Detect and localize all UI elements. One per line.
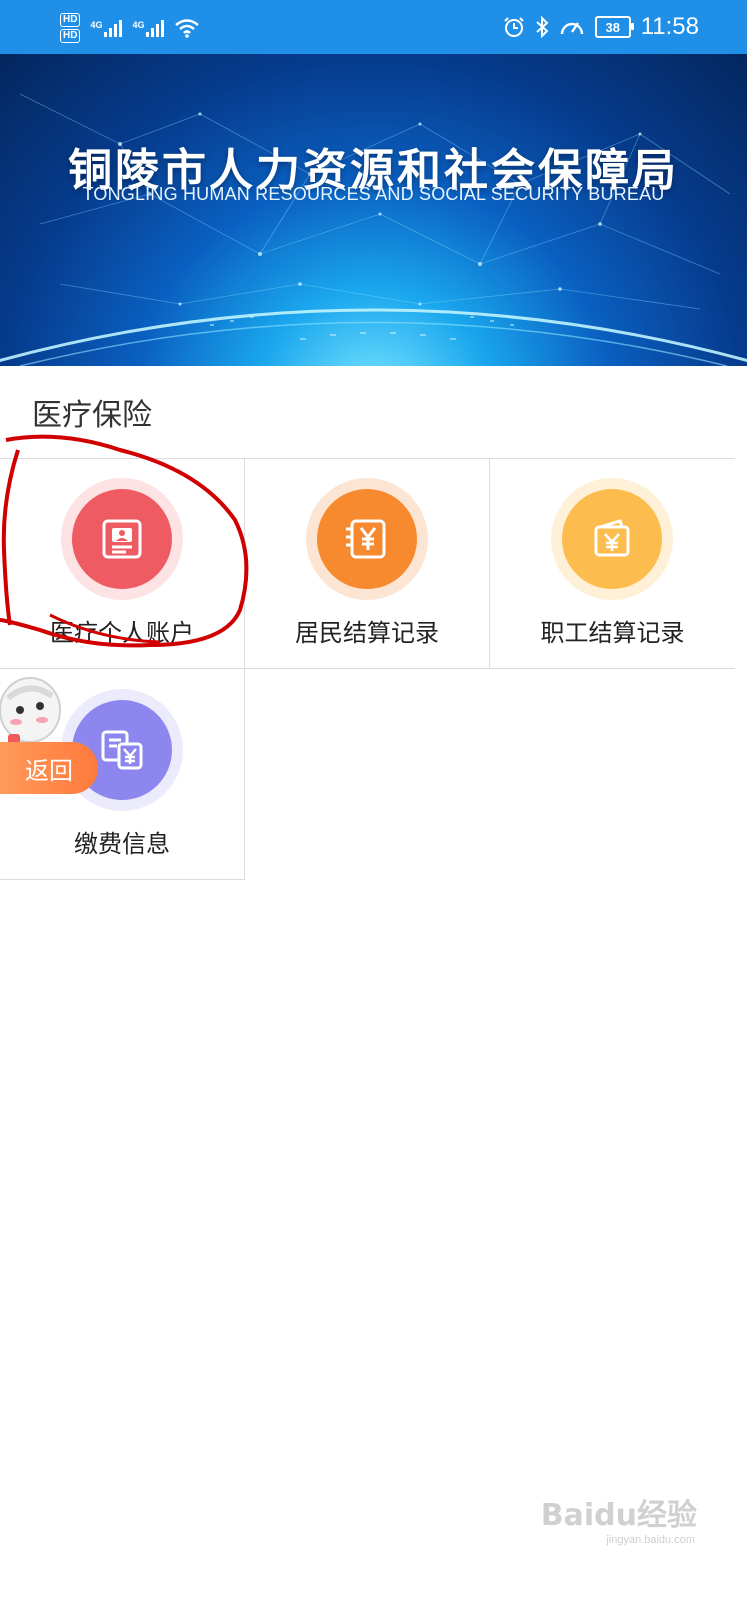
back-button[interactable]: 返回 (0, 742, 98, 794)
speedometer-icon (560, 22, 583, 35)
alarm-icon (504, 17, 524, 37)
icon-halo (551, 478, 673, 600)
menu-item-resident-settlement[interactable]: 居民结算记录 (245, 458, 490, 669)
network-type: 4G (90, 19, 103, 30)
signal-icon: 4G (90, 19, 123, 37)
menu-item-label: 职工结算记录 (540, 619, 685, 647)
yen-receipt-icon (317, 489, 417, 589)
status-bar-right: 38 11:58 (503, 0, 699, 54)
menu-item-label: 居民结算记录 (295, 619, 439, 647)
menu-item-label: 缴费信息 (74, 830, 170, 858)
status-bar: HD HD 4G 4G 38 11:58 (0, 0, 747, 54)
icon-halo (306, 478, 428, 600)
section-title: 医疗保险 (32, 398, 152, 433)
hd-badge: HD (60, 13, 81, 27)
bluetooth-icon (536, 16, 549, 38)
network-type: 4G (132, 19, 145, 30)
signal-icon: 4G (132, 19, 165, 37)
wifi-icon (175, 19, 200, 38)
status-bar-left: HD HD 4G 4G (60, 8, 200, 48)
globe-network-graphic (0, 93, 747, 366)
id-card-icon (72, 489, 172, 589)
menu-item-label: 医疗个人账户 (50, 619, 194, 647)
hd-badge: HD (60, 29, 81, 43)
clock: 11:58 (640, 13, 699, 40)
wallet-yen-icon (562, 489, 662, 589)
watermark-url: jingyan.baidu.com (606, 1534, 695, 1546)
icon-halo (61, 478, 183, 600)
bureau-subtitle: TONGLING HUMAN RESOURCES AND SOCIAL SECU… (82, 184, 665, 204)
menu-item-employee-settlement[interactable]: 职工结算记录 (490, 458, 735, 669)
baidu-watermark: Baidu经验 (540, 1498, 697, 1533)
battery-level: 38 (605, 19, 620, 35)
battery-icon: 38 (594, 16, 634, 38)
menu-item-medical-personal-account[interactable]: 医疗个人账户 (0, 458, 245, 669)
header-banner: 铜陵市人力资源和社会保障局 TONGLING HUMAN RESOURCES A… (0, 54, 747, 366)
